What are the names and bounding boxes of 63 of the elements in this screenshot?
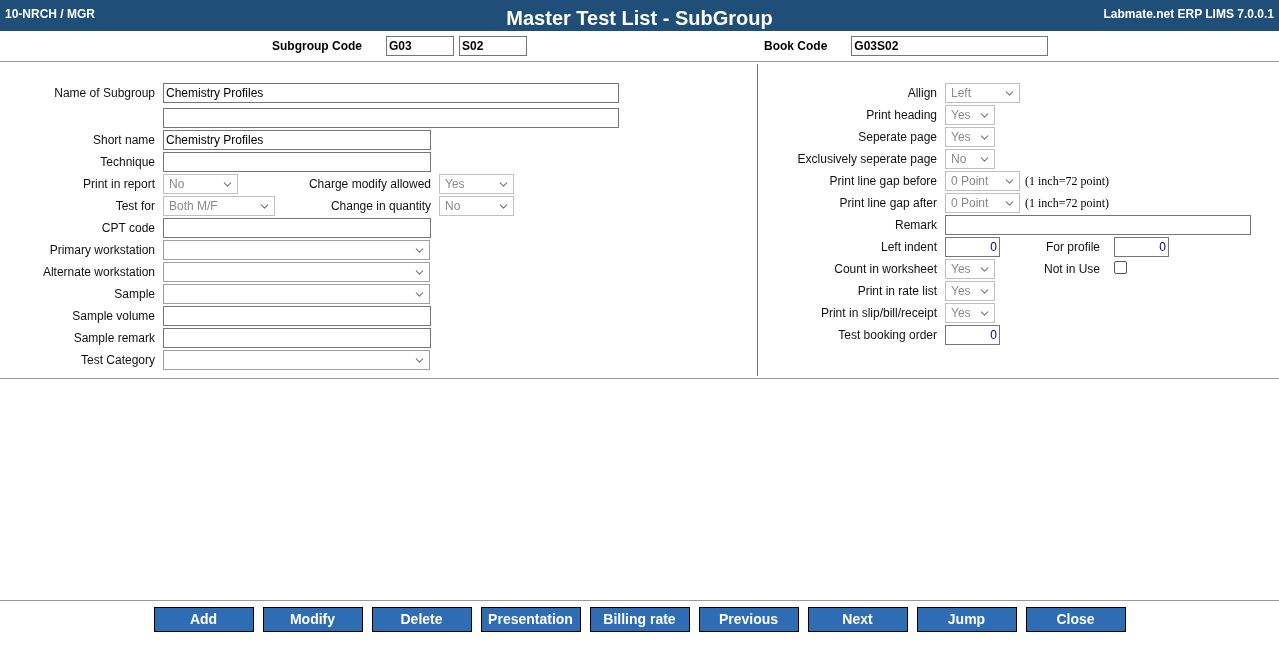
field-label: Print line gap after [839,195,937,212]
field-label: Name of Subgroup [54,85,155,102]
field-label: Allign [907,85,937,102]
field-label: Test Category [80,352,155,369]
field-label: Change in quantity [330,198,431,215]
field-label: Technique [100,154,155,171]
text-field[interactable] [163,306,431,326]
field-label: Exclusively seperate page [797,151,937,168]
field-label: Sample volume [72,308,155,325]
number-field[interactable]: 0 [945,325,1000,345]
action-button[interactable]: Delete [371,607,472,632]
checkbox[interactable] [1114,260,1127,274]
action-button[interactable]: Presentation [480,607,581,632]
book-code-label: Book Code [764,38,828,55]
dropdown-select[interactable] [163,284,430,304]
subgroup-code-label: Subgroup Code [272,38,362,55]
number-field[interactable]: 0 [945,237,1000,257]
page-title: Master Test List - SubGroup [506,6,773,31]
field-label: CPT code [101,220,155,237]
text-field[interactable]: Chemistry Profiles [163,83,619,103]
unit-note: (1 inch=72 point) [1025,195,1110,212]
action-button[interactable]: Previous [698,607,799,632]
dropdown-select[interactable] [163,350,430,370]
field-label: Seperate page [858,129,937,146]
text-field[interactable] [945,215,1251,235]
field-label: Short name [92,132,155,149]
action-button[interactable]: Add [153,607,254,632]
field-label: Left indent [880,239,937,256]
code-field[interactable]: G03 [386,36,454,56]
action-button[interactable]: Modify [262,607,363,632]
action-button[interactable]: Next [807,607,908,632]
field-label: Test booking order [838,327,937,344]
field-label: Sample [114,286,155,303]
dropdown-select[interactable] [163,240,430,260]
action-button[interactable]: Close [1025,607,1126,632]
field-label: Print in slip/bill/receipt [820,305,937,322]
field-label: Sample remark [73,330,155,347]
field-label: Charge modify allowed [308,176,431,193]
text-field[interactable]: Chemistry Profiles [163,130,431,150]
field-label: Test for [115,198,155,215]
field-label: Print line gap before [829,173,937,190]
unit-note: (1 inch=72 point) [1025,173,1110,190]
field-label: Print in report [82,176,155,193]
field-label: Print heading [866,107,937,124]
app-version: Labmate.net ERP LIMS 7.0.0.1 [1102,6,1274,23]
field-label: Print in rate list [857,283,937,300]
number-field[interactable]: 0 [1114,237,1169,257]
field-label: Primary workstation [49,242,155,259]
field-label: Not in Use [1043,261,1101,278]
text-field[interactable] [163,328,431,348]
text-field[interactable] [163,108,619,128]
book-code-field[interactable]: G03S02 [851,36,1049,56]
field-label: Alternate workstation [42,264,155,281]
field-label: For profile [1045,239,1101,256]
text-field[interactable] [163,152,431,172]
user-label: 10-NRCH / MGR [5,6,96,23]
action-button[interactable]: Jump [916,607,1017,632]
field-label: Count in worksheet [834,261,937,278]
field-label: Remark [895,217,937,234]
dropdown-select[interactable] [163,262,430,282]
action-button[interactable]: Billing rate [589,607,690,632]
text-field[interactable] [163,218,431,238]
code-field[interactable]: S02 [459,36,527,56]
